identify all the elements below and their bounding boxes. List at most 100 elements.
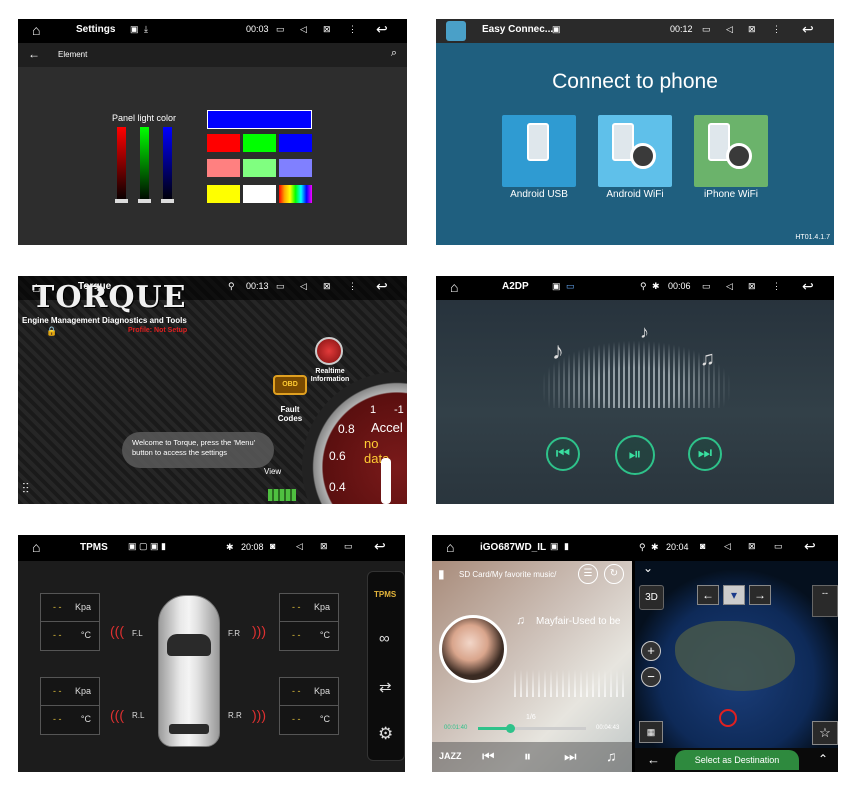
sd-icon: ▮ xyxy=(564,541,569,551)
bluetooth-icon: ✱ xyxy=(226,542,234,552)
link-icon[interactable]: ∞ xyxy=(379,630,390,647)
red-slider[interactable] xyxy=(117,127,126,202)
zoom-out-icon[interactable]: − xyxy=(641,667,661,687)
menu-icon[interactable]: ⋮ xyxy=(772,281,781,292)
gear-icon[interactable]: ⚙ xyxy=(378,724,393,744)
repeat-icon[interactable]: ↻ xyxy=(604,564,624,584)
zoom-in-icon[interactable]: + xyxy=(641,641,661,661)
arrow-right-icon[interactable]: → xyxy=(749,585,771,605)
next-button[interactable]: ⏭ xyxy=(688,437,722,471)
back-icon[interactable]: ↩ xyxy=(376,278,388,295)
volume-icon[interactable]: ◁ xyxy=(300,24,307,35)
green-slider[interactable] xyxy=(140,127,149,202)
settings-sliders-icon[interactable]: ⫶⫶ xyxy=(22,480,29,497)
realtime-gauge-icon[interactable] xyxy=(315,337,343,365)
volume-icon[interactable]: ◁ xyxy=(726,281,733,292)
color-swatch[interactable] xyxy=(279,159,312,177)
red-slider-thumb[interactable] xyxy=(115,199,128,203)
favorite-icon[interactable]: ☆ xyxy=(812,721,838,745)
eq-preset[interactable]: JAZZ xyxy=(439,751,462,761)
back-icon[interactable]: ↩ xyxy=(374,538,386,555)
play-pause-button[interactable]: ⏯ xyxy=(615,435,655,475)
close-icon[interactable]: ⊠ xyxy=(323,281,331,292)
close-icon[interactable]: ⊠ xyxy=(320,541,328,552)
volume-icon[interactable]: ◁ xyxy=(296,541,303,552)
back-icon[interactable]: ↩ xyxy=(376,21,388,38)
view-battery-icon[interactable] xyxy=(268,489,296,501)
status-bar: Easy Connec... ▣ 00:12 ▭ ◁ ⊠ ⋮ ↩ xyxy=(436,19,834,43)
menu-icon[interactable]: ⋮ xyxy=(348,281,357,292)
back-arrow-icon[interactable]: ← xyxy=(647,752,660,767)
back-arrow-icon[interactable]: ← xyxy=(28,47,40,61)
tpms-tab[interactable]: TPMS xyxy=(374,590,396,599)
swap-icon[interactable]: ⇄ xyxy=(379,678,392,696)
progress-track[interactable] xyxy=(478,724,586,733)
close-icon[interactable]: ⊠ xyxy=(748,24,756,35)
green-slider-thumb[interactable] xyxy=(138,199,151,203)
window-icon[interactable]: ▭ xyxy=(344,541,353,552)
wifi-signal-icon xyxy=(630,143,656,169)
color-swatch[interactable] xyxy=(207,159,240,177)
volume-icon[interactable]: ◁ xyxy=(726,24,733,35)
progress-thumb[interactable] xyxy=(506,724,516,733)
gauge-tick: 0.6 xyxy=(329,449,346,463)
toolbar: ← Element ⌕ xyxy=(18,43,407,67)
close-icon[interactable]: ⊠ xyxy=(748,281,756,292)
signal-right-icon: ))) xyxy=(252,623,266,639)
color-swatch[interactable] xyxy=(207,185,240,203)
menu-icon[interactable]: ⋮ xyxy=(772,24,781,35)
select-destination-button[interactable]: Select as Destination xyxy=(675,750,799,770)
blue-slider-thumb[interactable] xyxy=(161,199,174,203)
color-swatch[interactable] xyxy=(279,134,312,152)
location-icon: ⚲ xyxy=(640,281,647,291)
playlist-icon[interactable]: ♫ xyxy=(606,748,617,764)
temp-unit: °C xyxy=(319,714,330,724)
arrow-left-icon[interactable]: ← xyxy=(697,585,719,605)
pause-icon[interactable]: ⏸ xyxy=(524,748,531,765)
color-swatch[interactable] xyxy=(207,134,240,152)
blue-slider[interactable] xyxy=(163,127,172,202)
playlist-icon[interactable]: ☰ xyxy=(578,564,598,584)
color-swatch-selected[interactable] xyxy=(207,110,312,129)
compass-icon[interactable]: ⌄ xyxy=(643,561,653,575)
temp-unit: °C xyxy=(319,630,330,640)
compass-down-icon[interactable]: ▾ xyxy=(723,585,745,605)
navigation-map[interactable]: ⌄ 3D ← ▾ → -- + − ▦ ☆ ← Select as Destin… xyxy=(635,561,838,772)
window-icon[interactable]: ▭ xyxy=(774,541,783,552)
info-box[interactable]: -- xyxy=(812,585,838,617)
pressure-value: - - xyxy=(292,686,301,696)
battery-icon: ▭ xyxy=(702,24,711,34)
home-icon[interactable]: ⌂ xyxy=(32,539,40,555)
obd-check-icon[interactable]: OBD xyxy=(273,375,307,395)
color-swatch-rainbow[interactable] xyxy=(279,185,312,203)
home-icon[interactable]: ⌂ xyxy=(446,539,454,555)
monitor-icon: ▭ xyxy=(566,281,575,291)
search-icon[interactable]: ⌕ xyxy=(391,47,397,60)
poi-icon[interactable]: ▦ xyxy=(639,721,663,743)
back-icon[interactable]: ↩ xyxy=(804,538,816,555)
camera-icon[interactable]: ◙ xyxy=(700,541,705,551)
color-swatch[interactable] xyxy=(243,134,276,152)
previous-icon[interactable]: ⏮ xyxy=(482,748,495,765)
back-icon[interactable]: ↩ xyxy=(802,278,814,295)
close-icon[interactable]: ⊠ xyxy=(748,541,756,552)
chevron-up-icon[interactable]: ⌃ xyxy=(818,752,828,766)
volume-icon[interactable]: ◁ xyxy=(724,541,731,552)
home-icon[interactable]: ⌂ xyxy=(32,22,40,38)
camera-icon[interactable]: ◙ xyxy=(270,541,275,551)
volume-icon[interactable]: ◁ xyxy=(300,281,307,292)
car-rear-window xyxy=(169,724,209,734)
app-icon[interactable] xyxy=(446,21,466,41)
previous-button[interactable]: ⏮ xyxy=(546,437,580,471)
close-icon[interactable]: ⊠ xyxy=(323,24,331,35)
color-swatch[interactable] xyxy=(243,159,276,177)
gauge-tick: 0.4 xyxy=(329,480,346,494)
a2dp-panel: ⌂ A2DP ▣ ▭ ⚲ ✱ 00:06 ▭ ◁ ⊠ ⋮ ↩ ♪ ♪ ♫ ⏮ ⏯… xyxy=(436,276,834,504)
tire-rr-box: - - Kpa - - °C xyxy=(279,677,339,735)
home-icon[interactable]: ⌂ xyxy=(450,279,458,295)
next-icon[interactable]: ⏭ xyxy=(564,748,577,765)
color-swatch[interactable] xyxy=(243,185,276,203)
back-icon[interactable]: ↩ xyxy=(802,21,814,38)
menu-icon[interactable]: ⋮ xyxy=(348,24,357,35)
3d-toggle[interactable]: 3D xyxy=(639,585,664,610)
